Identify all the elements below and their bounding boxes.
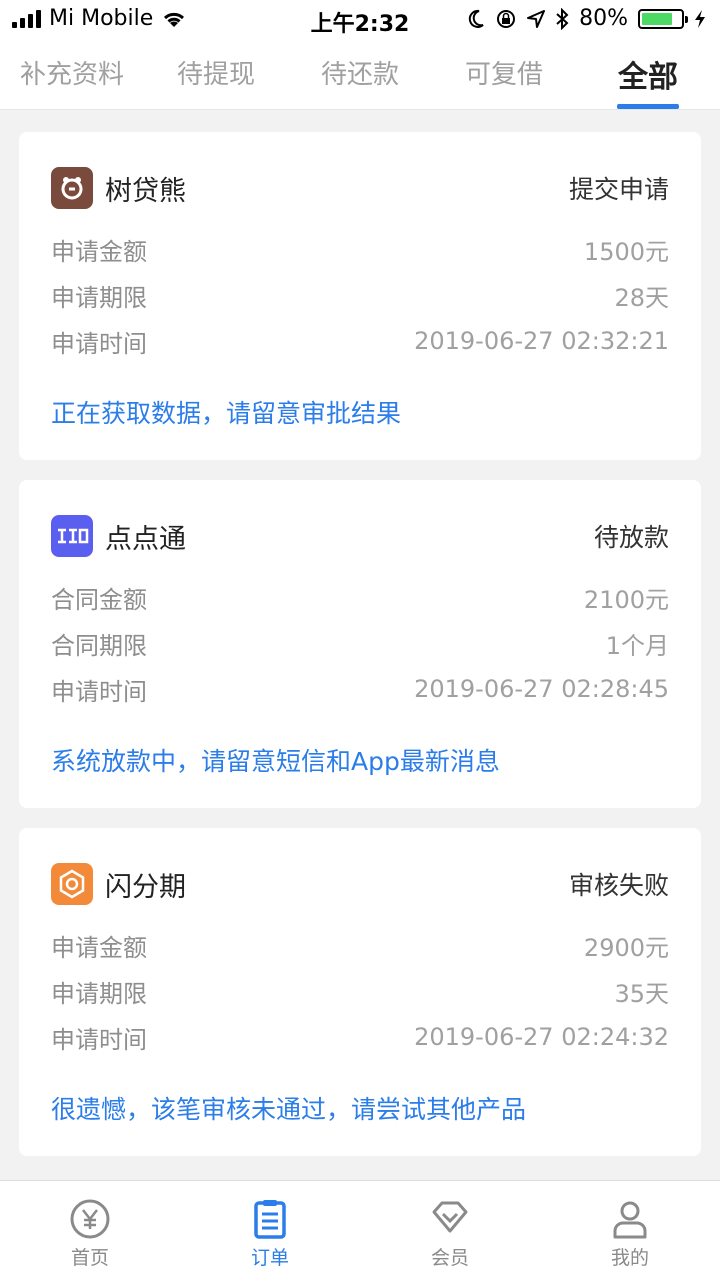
detail-row: 申请时间 2019-06-27 02:32:21 [51, 318, 669, 364]
moon-icon [468, 9, 484, 28]
order-card-shudaixiong[interactable]: 树贷熊 提交申请 申请金额 1500元 申请期限 28天 申请时间 2019-0… [19, 132, 701, 460]
detail-label: 合同金额 [51, 585, 147, 614]
detail-label: 申请金额 [51, 933, 147, 962]
brand: 点点通 [51, 515, 186, 557]
detail-value: 2019-06-27 02:32:21 [414, 327, 669, 355]
detail-row: 申请金额 1500元 [51, 226, 669, 272]
nav-member[interactable]: 会员 [360, 1181, 540, 1280]
nav-label: 会员 [430, 1247, 469, 1269]
order-card-shanfenqi[interactable]: 闪分期 审核失败 申请金额 2900元 申请期限 35天 申请时间 2019-0… [19, 828, 701, 1156]
detail-row: 申请金额 2900元 [51, 922, 669, 968]
order-status: 待放款 [593, 523, 669, 552]
brand-name: 点点通 [105, 523, 186, 555]
nav-label: 首页 [70, 1247, 109, 1269]
diandiantong-logo-icon [51, 515, 93, 557]
rotation-lock-icon [497, 9, 516, 28]
brand-name: 树贷熊 [105, 175, 186, 207]
detail-label: 申请时间 [51, 329, 147, 358]
detail-row: 合同期限 1个月 [51, 620, 669, 666]
shanfenqi-logo-icon [51, 863, 93, 905]
brand: 闪分期 [51, 863, 186, 905]
tab-pending-withdraw[interactable]: 待提现 [144, 40, 288, 109]
order-card-diandiantong[interactable]: 点点通 待放款 合同金额 2100元 合同期限 1个月 申请时间 2019-06… [19, 480, 701, 808]
yen-coin-icon [70, 1199, 110, 1239]
nav-orders[interactable]: 订单 [180, 1181, 360, 1280]
detail-row: 申请期限 35天 [51, 968, 669, 1014]
detail-label: 申请金额 [51, 237, 147, 266]
detail-row: 申请时间 2019-06-27 02:24:32 [51, 1014, 669, 1060]
order-status: 审核失败 [568, 871, 669, 900]
battery-icon [638, 8, 688, 29]
charging-icon [695, 9, 705, 28]
detail-label: 申请期限 [51, 283, 147, 312]
battery-fill [642, 12, 673, 25]
tab-reborrow[interactable]: 可复借 [432, 40, 576, 109]
detail-row: 合同金额 2100元 [51, 574, 669, 620]
detail-row: 申请时间 2019-06-27 02:28:45 [51, 666, 669, 712]
status-right: 80% [467, 6, 706, 31]
detail-value: 28天 [614, 283, 669, 312]
tab-pending-repay[interactable]: 待还款 [288, 40, 432, 109]
nav-label: 订单 [250, 1247, 289, 1269]
nav-label: 我的 [610, 1247, 649, 1269]
status-notice: 系统放款中，请留意短信和App最新消息 [51, 747, 500, 776]
brand: 树贷熊 [51, 167, 186, 209]
detail-value: 1个月 [605, 631, 669, 660]
card-header: 闪分期 审核失败 [51, 862, 669, 906]
location-icon [527, 9, 546, 28]
status-notice: 很遗憾，该笔审核未通过，请尝试其他产品 [51, 1095, 527, 1124]
detail-row: 申请期限 28天 [51, 272, 669, 318]
order-tabs: 补充资料 待提现 待还款 可复借 全部 [0, 40, 720, 110]
card-header: 树贷熊 提交申请 [51, 166, 669, 210]
status-bar: Mi Mobile 上午2:32 80% [0, 0, 720, 40]
clipboard-icon [254, 1200, 286, 1239]
detail-value: 2019-06-27 02:28:45 [414, 675, 669, 703]
detail-label: 合同期限 [51, 631, 147, 660]
detail-label: 申请时间 [51, 677, 147, 706]
tab-all[interactable]: 全部 [576, 40, 720, 109]
bluetooth-icon [556, 7, 569, 30]
nav-mine[interactable]: 我的 [540, 1181, 720, 1280]
detail-value: 2019-06-27 02:24:32 [414, 1023, 669, 1051]
diamond-icon [432, 1201, 468, 1233]
detail-label: 申请期限 [51, 979, 147, 1008]
detail-value: 1500元 [583, 237, 669, 266]
bottom-nav: 首页 订单 会员 我的 [0, 1180, 720, 1280]
nav-home[interactable]: 首页 [0, 1181, 180, 1280]
tab-supplement[interactable]: 补充资料 [0, 40, 144, 109]
card-header: 点点通 待放款 [51, 514, 669, 558]
detail-value: 35天 [614, 979, 669, 1008]
detail-label: 申请时间 [51, 1025, 147, 1054]
brand-name: 闪分期 [105, 871, 186, 903]
person-icon [613, 1201, 647, 1239]
bear-logo-icon [51, 167, 93, 209]
order-status: 提交申请 [568, 175, 669, 204]
status-notice: 正在获取数据，请留意审批结果 [51, 399, 402, 428]
detail-value: 2100元 [583, 585, 669, 614]
detail-value: 2900元 [583, 933, 669, 962]
battery-percent: 80% [579, 6, 628, 31]
order-list: 树贷熊 提交申请 申请金额 1500元 申请期限 28天 申请时间 2019-0… [19, 132, 701, 1176]
